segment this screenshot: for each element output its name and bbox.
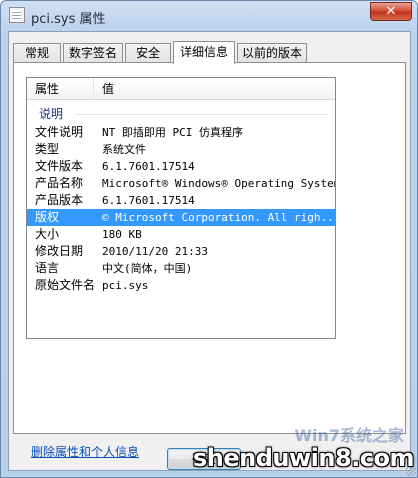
list-item[interactable]: 文件说明 NT 即插即用 PCI 仿真程序 xyxy=(27,124,335,141)
list-item[interactable]: 文件版本 6.1.7601.17514 xyxy=(27,158,335,175)
property-name: 版权 xyxy=(35,210,60,224)
file-icon xyxy=(9,7,25,23)
window-title: pci.sys 属性 xyxy=(31,12,106,27)
property-value: NT 即插即用 PCI 仿真程序 xyxy=(102,126,243,139)
property-name: 修改日期 xyxy=(35,244,84,258)
list-header: 属性 值 xyxy=(27,78,335,100)
list-item[interactable]: 语言 中文(简体，中国) xyxy=(27,260,335,277)
group-header-description[interactable]: 说明 xyxy=(27,106,335,122)
property-name: 类型 xyxy=(35,142,60,156)
property-name: 原始文件名 xyxy=(35,278,96,292)
property-name: 产品版本 xyxy=(35,193,84,207)
tab-security[interactable]: 安全 xyxy=(125,43,171,63)
property-value: 6.1.7601.17514 xyxy=(102,160,195,173)
property-value: 中文(简体，中国) xyxy=(102,262,193,275)
property-value: 系统文件 xyxy=(102,143,146,156)
list-item[interactable]: 产品名称 Microsoft® Windows® Operating System xyxy=(27,175,335,192)
watermark-text: shenduwin8.com xyxy=(192,444,415,472)
property-name: 大小 xyxy=(35,227,60,241)
property-name: 语言 xyxy=(35,261,60,275)
property-name: 产品名称 xyxy=(35,176,84,190)
dialog-client: 常规 数字签名 安全 详细信息 以前的版本 属性 值 说明 文件说明 NT 即插即… xyxy=(8,31,411,471)
tab-general[interactable]: 常规 xyxy=(13,43,61,63)
close-button[interactable]: ✕ xyxy=(370,2,412,21)
details-list[interactable]: 属性 值 说明 文件说明 NT 即插即用 PCI 仿真程序类型 系统文件文件版本 6.… xyxy=(26,77,336,339)
group-divider xyxy=(75,114,327,115)
list-item[interactable]: 类型 系统文件 xyxy=(27,141,335,158)
properties-window: pci.sys 属性 ✕ 常规 数字签名 安全 详细信息 以前的版本 属性 值 … xyxy=(0,0,418,478)
property-name: 文件说明 xyxy=(35,125,84,139)
tab-digital-signatures[interactable]: 数字签名 xyxy=(63,43,123,63)
property-name: 文件版本 xyxy=(35,159,84,173)
property-value: 6.1.7601.17514 xyxy=(102,194,195,207)
tab-previous-versions[interactable]: 以前的版本 xyxy=(237,43,307,63)
remove-properties-link[interactable]: 删除属性和个人信息 xyxy=(31,443,139,460)
list-item[interactable]: 产品版本 6.1.7601.17514 xyxy=(27,192,335,209)
tab-strip: 常规 数字签名 安全 详细信息 以前的版本 xyxy=(13,41,408,64)
watermark-subtitle: Win7系统之家 xyxy=(294,426,404,445)
column-header-value[interactable]: 值 xyxy=(94,78,335,100)
property-value: 2010/11/20 21:33 xyxy=(102,245,208,258)
property-value: © Microsoft Corporation. All righ... xyxy=(102,211,336,224)
list-item[interactable]: 原始文件名 pci.sys xyxy=(27,277,335,294)
column-header-property[interactable]: 属性 xyxy=(27,78,94,100)
property-value: Microsoft® Windows® Operating System xyxy=(102,177,336,190)
title-bar[interactable]: pci.sys 属性 ✕ xyxy=(1,1,417,31)
details-panel: 属性 值 说明 文件说明 NT 即插即用 PCI 仿真程序类型 系统文件文件版本 6.… xyxy=(13,62,406,459)
list-item[interactable]: 大小 180 KB xyxy=(27,226,335,243)
property-value: pci.sys xyxy=(102,279,149,292)
group-label: 说明 xyxy=(39,107,64,121)
tab-details[interactable]: 详细信息 xyxy=(173,41,235,64)
property-value: 180 KB xyxy=(102,228,142,241)
list-item[interactable]: 版权 © Microsoft Corporation. All righ... xyxy=(27,209,335,226)
list-item[interactable]: 修改日期 2010/11/20 21:33 xyxy=(27,243,335,260)
